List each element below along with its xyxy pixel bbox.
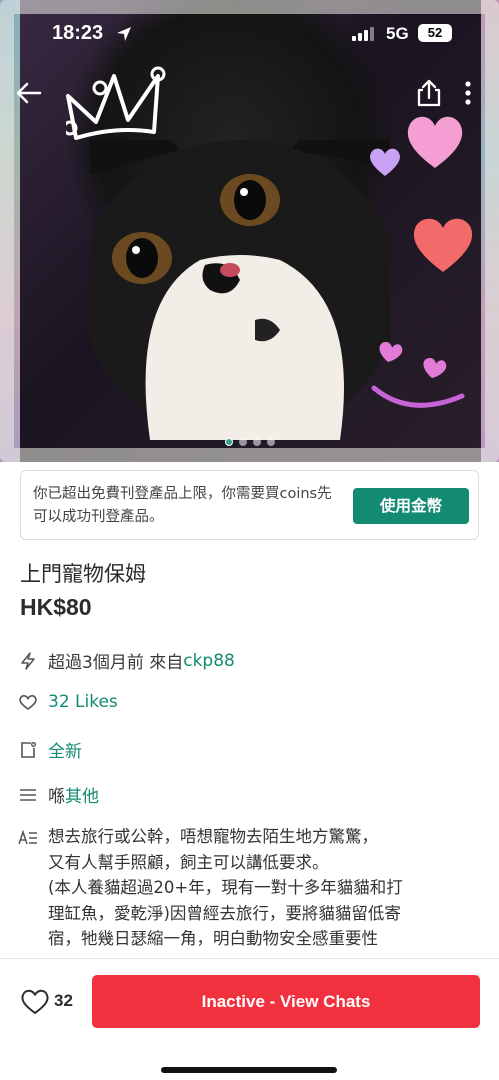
listing-title: 上門寵物保姆 [20,562,146,586]
description-line: (本人養貓超過20+年，現有一對十多年貓貓和打 [48,878,403,897]
coins-notice: 你已超出免費刊登產品上限，你需要買coins先可以成功刊登產品。 使用金幣 [20,470,479,540]
category-icon [20,788,36,801]
share-icon[interactable] [414,78,444,108]
condition-row: 全新 [18,737,82,762]
seller-link[interactable]: ckp88 [183,651,235,671]
signal-icon [352,27,374,41]
like-count: 32 [54,991,73,1010]
battery-indicator: 52 [418,24,452,42]
more-icon[interactable] [460,78,476,108]
status-time: 18:23 [52,22,104,44]
pager-dot[interactable] [252,438,261,446]
description-line: 理缸魚，愛乾淨)因曾經去旅行，要將貓貓留低寄 [48,903,401,923]
status-bar: 18:23 5G 52 [0,0,499,66]
heart-doodle-small [370,148,400,176]
description-text: 想去旅行或公幹，唔想寵物去陌生地方驚驚， 又有人幫手照顧，飼主可以講低要求。 (… [48,824,476,952]
description-line: 宿，牠幾日瑟縮一角，明白動物安全感重要性 [48,929,378,948]
like-button[interactable]: 32 [20,987,73,1015]
description-line: 又有人幫手照顧，飼主可以講低要求。 [48,852,329,872]
smiley-doodle [371,342,465,408]
network-type: 5G [386,24,409,43]
description-icon [18,829,37,845]
likes-row[interactable]: 32 Likes [18,692,118,712]
condition-value[interactable]: 全新 [48,737,82,762]
description-line: 想去旅行或公幹，唔想寵物去陌生地方驚驚， [48,827,378,846]
photo-frame-right [481,0,499,462]
category-prefix: 喺 [48,787,65,807]
bottom-action-bar: 32 Inactive - View Chats [0,958,499,1080]
cat-photo [90,140,390,440]
listing-price: HK$80 [20,594,92,620]
pager-dot[interactable] [224,438,233,446]
location-arrow-icon [117,27,131,41]
photo-pager[interactable] [0,438,499,446]
posted-time: 超過3個月前 來自 [48,653,184,673]
heart-doodle-red [413,218,473,272]
pager-dot[interactable] [266,438,275,446]
bolt-icon [21,651,35,670]
notice-text: 你已超出免費刊登產品上限，你需要買coins先可以成功刊登產品。 [33,486,332,525]
likes-count[interactable]: 32 Likes [48,692,118,712]
condition-icon [21,741,36,758]
photo-frame-left [0,0,20,462]
heart-icon [19,695,37,710]
use-coins-button[interactable]: 使用金幣 [353,488,469,524]
crown-doodle [66,66,166,140]
category-row: 喺 其他 [18,782,99,807]
heart-icon [21,989,49,1015]
heart-doodle [407,116,463,168]
pager-dot[interactable] [238,438,247,446]
posted-info: 超過3個月前 來自 ckp88 [18,648,235,673]
back-arrow-icon[interactable] [14,78,44,108]
category-link[interactable]: 其他 [65,782,99,807]
view-chats-button[interactable]: Inactive - View Chats [92,975,480,1028]
listing-photo[interactable]: 18:23 5G 52 [0,0,499,462]
home-indicator [161,1067,337,1073]
